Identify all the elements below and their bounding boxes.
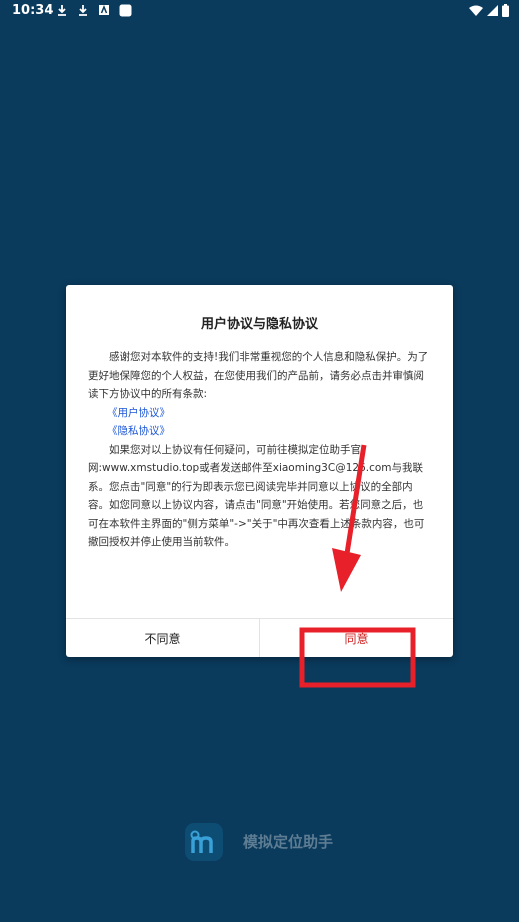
footer-app-name: 模拟定位助手 — [243, 833, 334, 851]
disagree-button[interactable]: 不同意 — [66, 619, 259, 657]
download-icon — [77, 4, 89, 16]
svg-text:!: ! — [488, 7, 491, 15]
agreement-dialog: 用户协议与隐私协议 感谢您对本软件的支持!我们非常重视您的个人信息和隐私保护。为… — [66, 285, 453, 657]
status-icons-left — [56, 4, 132, 17]
wifi-icon — [469, 5, 483, 21]
m-logo-icon — [185, 823, 223, 861]
user-agreement-link[interactable]: 《用户协议》 — [88, 404, 433, 423]
privacy-agreement-link[interactable]: 《隐私协议》 — [88, 422, 433, 441]
download-icon — [56, 4, 68, 16]
signal-icon: ! — [487, 4, 498, 21]
dialog-body: 感谢您对本软件的支持!我们非常重视您的个人信息和隐私保护。为了更好地保障您的个人… — [88, 348, 433, 552]
status-bar: 10:34 ! — [0, 0, 519, 24]
agree-button[interactable]: 同意 — [260, 619, 453, 657]
status-icons-right: ! — [469, 4, 509, 21]
dialog-intro: 感谢您对本软件的支持!我们非常重视您的个人信息和隐私保护。为了更好地保障您的个人… — [88, 351, 429, 400]
app-icon — [98, 4, 110, 16]
status-time: 10:34 — [12, 3, 54, 18]
dialog-contact-text: 如果您对以上协议有任何疑问，可前往模拟定位助手官网:www.xmstudio.t… — [88, 443, 425, 549]
battery-icon — [502, 4, 509, 21]
notification-icon — [119, 4, 132, 17]
dialog-title: 用户协议与隐私协议 — [200, 317, 318, 332]
